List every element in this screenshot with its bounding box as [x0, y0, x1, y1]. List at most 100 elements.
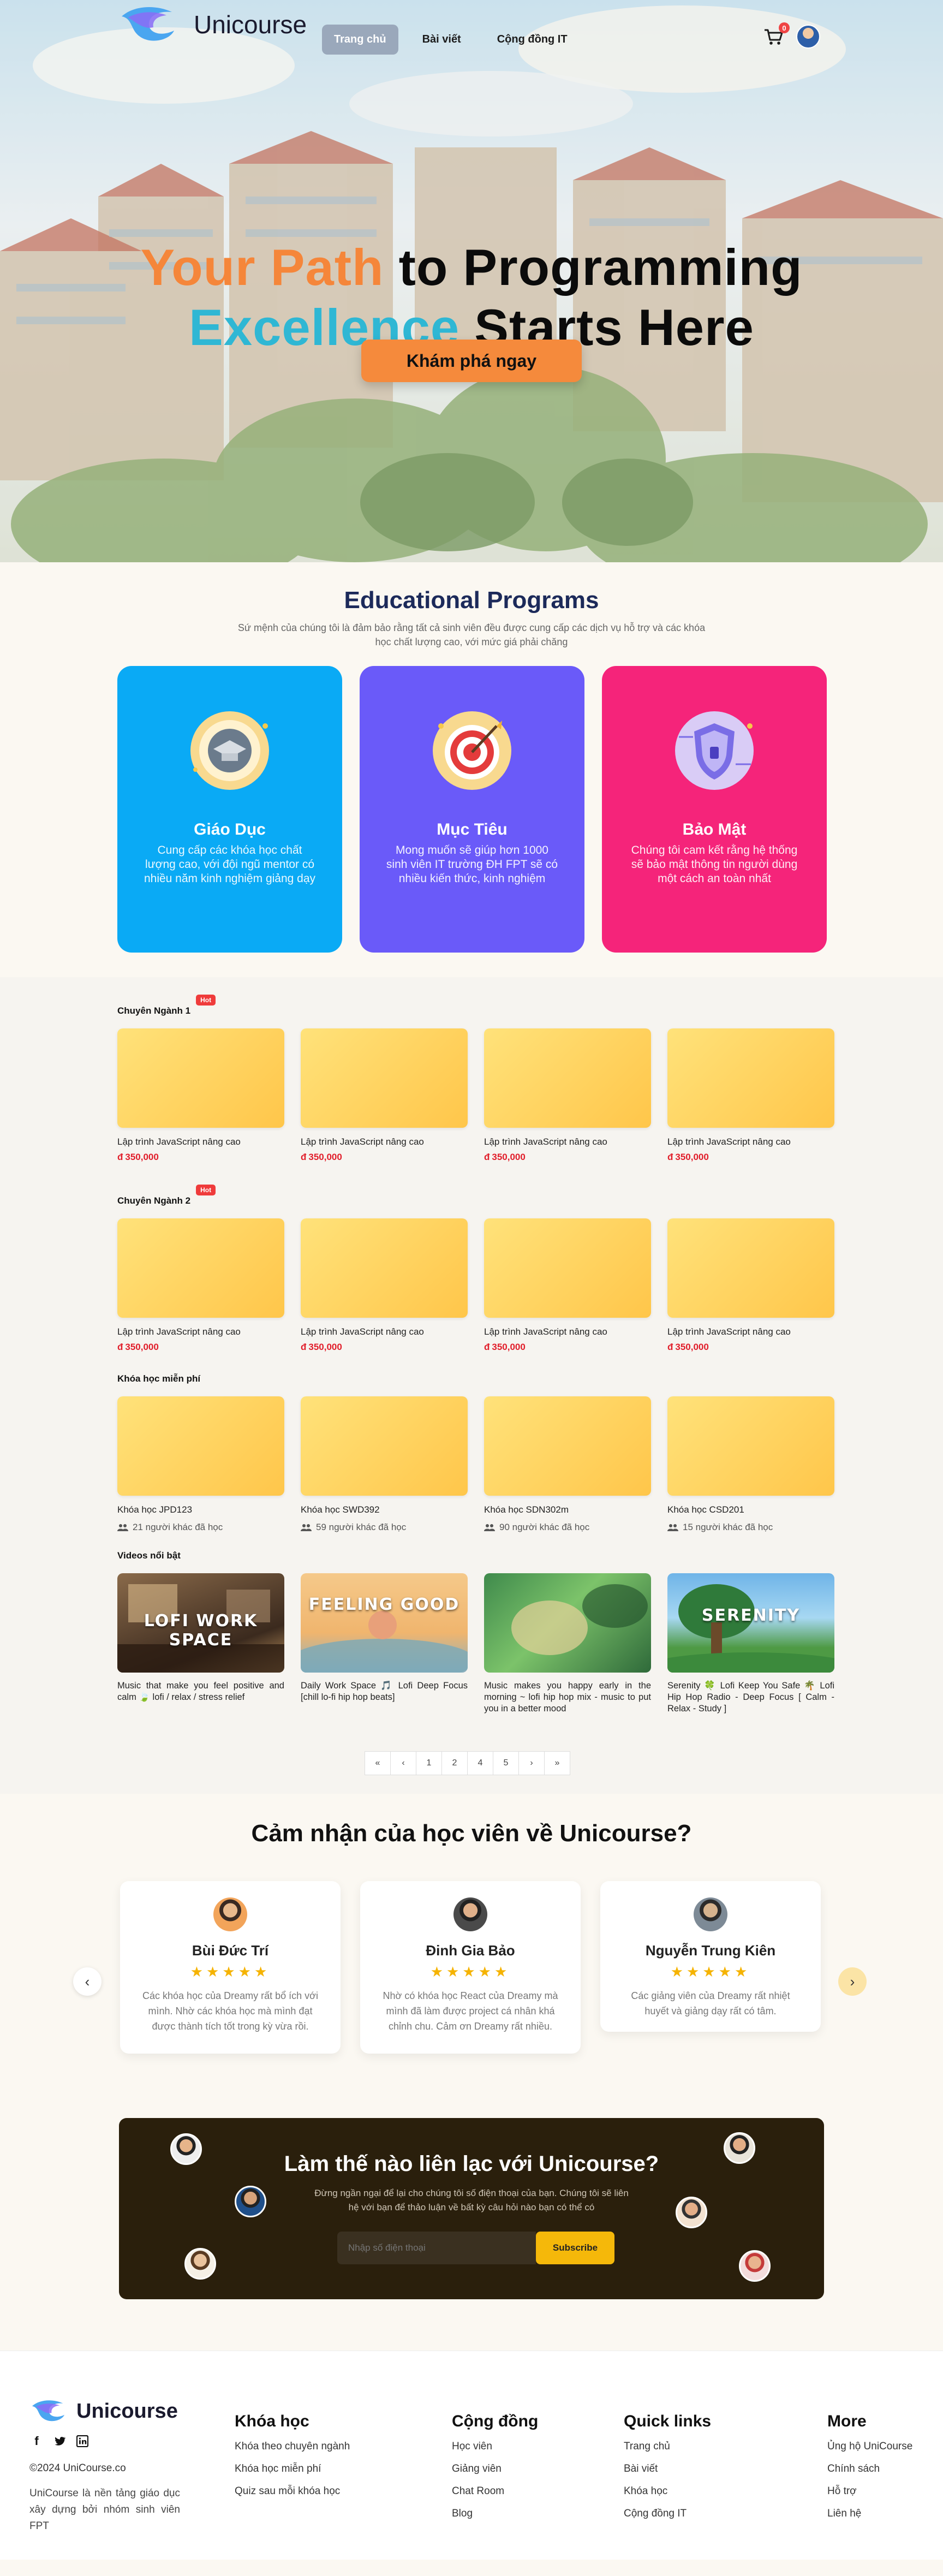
course-card[interactable]: Lập trình JavaScript nâng cao đ 350,000: [667, 1028, 834, 1163]
brand-logo[interactable]: Unicourse: [117, 5, 307, 44]
course-name[interactable]: Lập trình JavaScript nâng cao: [667, 1137, 834, 1147]
footer-link[interactable]: Học viên: [452, 2441, 538, 2453]
video-title[interactable]: Music makes you happy early in the morni…: [484, 1680, 651, 1715]
program-card-education[interactable]: Giáo Dục Cung cấp các khóa học chất lượn…: [117, 666, 342, 953]
footer-link[interactable]: Chính sách: [827, 2463, 912, 2475]
course-name[interactable]: Lập trình JavaScript nâng cao: [484, 1326, 651, 1337]
course-thumbnail[interactable]: [301, 1396, 468, 1496]
page-5-button[interactable]: 5: [493, 1751, 519, 1775]
free-course-card[interactable]: Khóa học SDN302m 90 người khác đã học: [484, 1396, 651, 1533]
testimonial-card: Nguyễn Trung Kiên ★★★★★ Các giảng viên c…: [600, 1881, 821, 2032]
course-card[interactable]: Lập trình JavaScript nâng cao đ 350,000: [301, 1218, 468, 1353]
category-title: Chuyên Ngành 2 Hot: [117, 1185, 216, 1206]
footer-link[interactable]: Chat Room: [452, 2485, 538, 2497]
video-row: LOFI WORK SPACE Music that make you feel…: [117, 1573, 834, 1715]
free-course-card[interactable]: Khóa học CSD201 15 người khác đã học: [667, 1396, 834, 1533]
nav-item-community[interactable]: Cộng đồng IT: [485, 25, 580, 55]
subscribe-button[interactable]: Subscribe: [536, 2232, 614, 2264]
video-card[interactable]: SERENITY Serenity 🍀 Lofi Keep You Safe 🌴…: [667, 1573, 834, 1715]
free-course-card[interactable]: Khóa học SWD392 59 người khác đã học: [301, 1396, 468, 1533]
course-name[interactable]: Khóa học CSD201: [667, 1504, 834, 1515]
video-thumbnail[interactable]: SERENITY: [667, 1573, 834, 1673]
nav-item-articles[interactable]: Bài viết: [410, 25, 473, 55]
nav-item-home[interactable]: Trang chủ: [322, 25, 398, 55]
program-card-security[interactable]: Bảo Mật Chúng tôi cam kết rằng hệ thống …: [602, 666, 827, 953]
user-avatar[interactable]: [796, 25, 820, 49]
footer-link[interactable]: Quiz sau mỗi khóa học: [235, 2485, 350, 2497]
course-name[interactable]: Khóa học SWD392: [301, 1504, 468, 1515]
next-page-button[interactable]: ›: [518, 1751, 545, 1775]
course-name[interactable]: Lập trình JavaScript nâng cao: [117, 1326, 284, 1337]
course-name[interactable]: Khóa học SDN302m: [484, 1504, 651, 1515]
video-title[interactable]: Music that make you feel positive and ca…: [117, 1680, 284, 1703]
cart-button[interactable]: 0: [762, 22, 790, 47]
course-card[interactable]: Lập trình JavaScript nâng cao đ 350,000: [484, 1218, 651, 1353]
video-thumbnail[interactable]: FEELING GOOD: [301, 1573, 468, 1673]
course-name[interactable]: Lập trình JavaScript nâng cao: [301, 1326, 468, 1337]
course-thumbnail[interactable]: [667, 1396, 834, 1496]
course-card[interactable]: Lập trình JavaScript nâng cao đ 350,000: [667, 1218, 834, 1353]
footer-link[interactable]: Blog: [452, 2508, 538, 2520]
course-card[interactable]: Lập trình JavaScript nâng cao đ 350,000: [117, 1218, 284, 1353]
currency-symbol: đ: [117, 1152, 123, 1162]
course-thumbnail[interactable]: [484, 1396, 651, 1496]
course-thumbnail[interactable]: [117, 1218, 284, 1318]
page-2-button[interactable]: 2: [441, 1751, 468, 1775]
video-card[interactable]: FEELING GOOD Daily Work Space 🎵 Lofi Dee…: [301, 1573, 468, 1715]
footer-link[interactable]: Khóa học: [624, 2485, 711, 2497]
course-name[interactable]: Khóa học JPD123: [117, 1504, 284, 1515]
carousel-prev-button[interactable]: ‹: [73, 1967, 102, 1996]
linkedin-icon[interactable]: [75, 2434, 89, 2448]
video-thumbnail[interactable]: LOFI WORK SPACE: [117, 1573, 284, 1673]
carousel-next-button[interactable]: ›: [838, 1967, 867, 1996]
explore-now-button[interactable]: Khám phá ngay: [361, 340, 582, 382]
price-value: 350,000: [125, 1342, 159, 1352]
program-card-goal[interactable]: Mục Tiêu Mong muốn sẽ giúp hơn 1000 sinh…: [360, 666, 584, 953]
footer-link[interactable]: Hỗ trợ: [827, 2485, 912, 2497]
first-page-button[interactable]: «: [365, 1751, 391, 1775]
course-name[interactable]: Lập trình JavaScript nâng cao: [117, 1137, 284, 1147]
nav-actions: 0: [762, 22, 820, 49]
course-thumbnail[interactable]: [484, 1218, 651, 1318]
video-card[interactable]: LOFI WORK SPACE Music that make you feel…: [117, 1573, 284, 1715]
video-card[interactable]: Music makes you happy early in the morni…: [484, 1573, 651, 1715]
page-4-button[interactable]: 4: [467, 1751, 493, 1775]
course-thumbnail[interactable]: [301, 1218, 468, 1318]
last-page-button[interactable]: »: [544, 1751, 570, 1775]
facebook-icon[interactable]: f: [29, 2434, 44, 2448]
footer-link[interactable]: Khóa theo chuyên ngành: [235, 2441, 350, 2453]
learner-count: 90 người khác đã học: [484, 1522, 651, 1533]
footer-link[interactable]: Cộng đồng IT: [624, 2508, 711, 2520]
social-links: f: [29, 2434, 89, 2448]
course-card[interactable]: Lập trình JavaScript nâng cao đ 350,000: [484, 1028, 651, 1163]
video-title[interactable]: Daily Work Space 🎵 Lofi Deep Focus [chil…: [301, 1680, 468, 1703]
footer-link[interactable]: Ủng hộ UniCourse: [827, 2441, 912, 2453]
copyright: ©2024 UniCourse.co: [29, 2462, 126, 2474]
footer-link[interactable]: Trang chủ: [624, 2441, 711, 2453]
phone-input[interactable]: [337, 2232, 536, 2264]
course-thumbnail[interactable]: [667, 1028, 834, 1128]
footer-link[interactable]: Giảng viên: [452, 2463, 538, 2475]
course-card[interactable]: Lập trình JavaScript nâng cao đ 350,000: [301, 1028, 468, 1163]
course-thumbnail[interactable]: [667, 1218, 834, 1318]
twitter-icon[interactable]: [52, 2434, 67, 2448]
video-thumbnail[interactable]: [484, 1573, 651, 1673]
course-name[interactable]: Lập trình JavaScript nâng cao: [667, 1326, 834, 1337]
course-thumbnail[interactable]: [117, 1396, 284, 1496]
page-1-button[interactable]: 1: [416, 1751, 442, 1775]
video-title[interactable]: Serenity 🍀 Lofi Keep You Safe 🌴 Lofi Hip…: [667, 1680, 834, 1715]
prev-page-button[interactable]: ‹: [390, 1751, 416, 1775]
course-thumbnail[interactable]: [301, 1028, 468, 1128]
course-name[interactable]: Lập trình JavaScript nâng cao: [484, 1137, 651, 1147]
currency-symbol: đ: [484, 1152, 490, 1162]
footer-link[interactable]: Bài viết: [624, 2463, 711, 2475]
footer-link[interactable]: Liên hệ: [827, 2508, 912, 2520]
course-row: Lập trình JavaScript nâng cao đ 350,000 Lậ…: [117, 1028, 834, 1163]
course-thumbnail[interactable]: [484, 1028, 651, 1128]
course-name[interactable]: Lập trình JavaScript nâng cao: [301, 1137, 468, 1147]
footer-link[interactable]: Khóa học miễn phí: [235, 2463, 350, 2475]
course-card[interactable]: Lập trình JavaScript nâng cao đ 350,000: [117, 1028, 284, 1163]
course-thumbnail[interactable]: [117, 1028, 284, 1128]
footer-brand-logo[interactable]: Unicourse: [29, 2399, 178, 2423]
free-course-card[interactable]: Khóa học JPD123 21 người khác đã học: [117, 1396, 284, 1533]
